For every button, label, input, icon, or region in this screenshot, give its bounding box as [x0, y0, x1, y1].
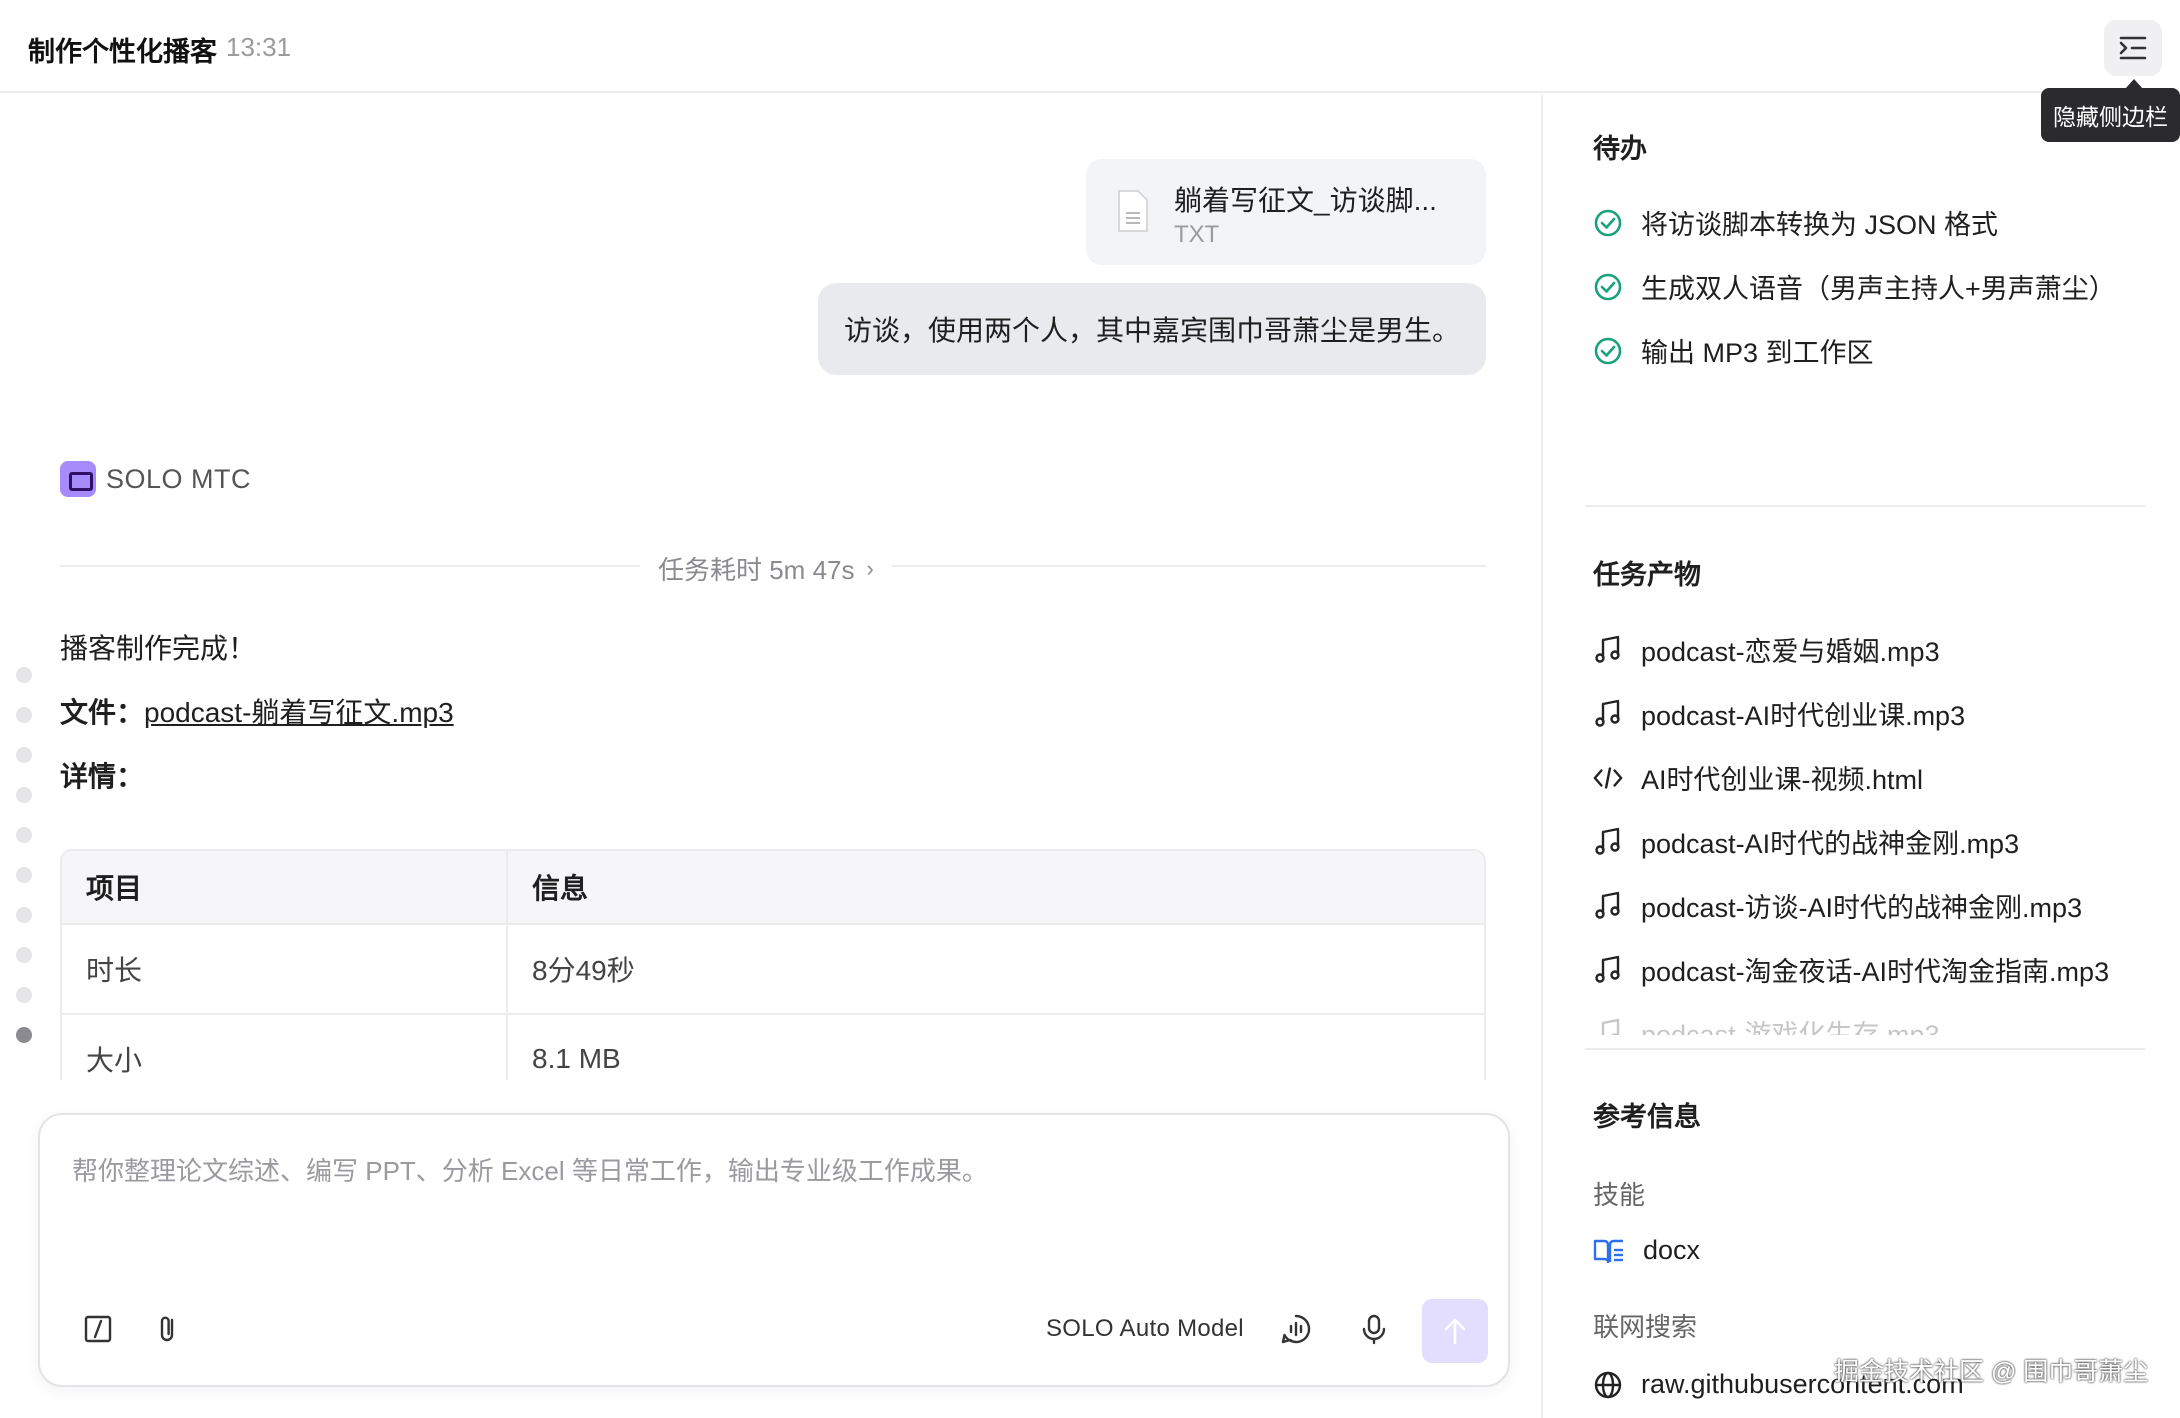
- music-icon: [1595, 635, 1620, 663]
- reply-file-line: 文件：podcast-躺着写征文.mp3: [60, 691, 454, 731]
- task-duration-toggle[interactable]: 任务耗时 5m 47s ›: [640, 550, 892, 587]
- paperclip-icon[interactable]: [148, 1309, 188, 1349]
- task-duration-text: 任务耗时 5m 47s: [658, 555, 855, 585]
- check-circle-icon: [1594, 273, 1622, 300]
- music-icon: [1595, 827, 1620, 855]
- reply-file-link[interactable]: podcast-躺着写征文.mp3: [144, 697, 454, 728]
- sidebar-collapse-icon: [2119, 36, 2147, 60]
- send-button[interactable]: [1422, 1299, 1488, 1363]
- artifact-label: podcast-AI时代创业课.mp3: [1641, 701, 1966, 731]
- table-cell: 时长: [62, 925, 508, 1013]
- todo-item: 将访谈脚本转换为 JSON 格式: [1593, 203, 1998, 242]
- artifact-item[interactable]: podcast-恋爱与婚姻.mp3: [1593, 630, 1940, 669]
- agent-avatar-icon: [60, 461, 96, 497]
- model-selector[interactable]: SOLO Auto Model: [1046, 1315, 1244, 1343]
- todo-label: 将访谈脚本转换为 JSON 格式: [1641, 210, 1999, 240]
- table-header-cell: 项目: [62, 851, 508, 923]
- music-icon: [1595, 699, 1620, 727]
- right-sidebar: 待办 将访谈脚本转换为 JSON 格式 生成双人语音（男声主持人+男声萧尘） 输…: [1541, 95, 2180, 1418]
- table-cell: 大小: [62, 1015, 508, 1080]
- section-divider: [1585, 505, 2145, 507]
- microphone-icon[interactable]: [1354, 1309, 1394, 1349]
- toggle-sidebar-button[interactable]: [2104, 20, 2162, 76]
- reply-file-label: 文件：: [60, 697, 145, 728]
- attachment-name: 躺着写征文_访谈脚...: [1174, 185, 1437, 216]
- artifact-item[interactable]: podcast-AI时代的战神金刚.mp3: [1593, 822, 2019, 861]
- reply-done: 播客制作完成！: [60, 633, 257, 664]
- user-message: 访谈，使用两个人，其中嘉宾围巾哥萧尘是男生。: [818, 283, 1486, 375]
- web-search-label: 联网搜索: [1593, 1312, 1698, 1342]
- agent-header: SOLO MTC: [60, 461, 251, 497]
- voice-chat-icon[interactable]: [1276, 1309, 1316, 1349]
- timestamp: 13:31: [226, 32, 292, 62]
- music-icon: [1595, 955, 1620, 983]
- check-circle-icon: [1594, 209, 1622, 236]
- table-row: 时长 8分49秒: [62, 925, 1484, 1015]
- chat-area: 躺着写征文_访谈脚... TXT 访谈，使用两个人，其中嘉宾围巾哥萧尘是男生。 …: [0, 95, 1541, 1080]
- artifacts-title: 任务产物: [1593, 560, 1701, 590]
- detail-table: 项目 信息 时长 8分49秒 大小 8.1 MB: [60, 849, 1486, 1080]
- section-divider: [1585, 1048, 2145, 1050]
- todo-title: 待办: [1593, 134, 1647, 164]
- document-icon: [1118, 190, 1148, 232]
- table-row: 大小 8.1 MB: [62, 1015, 1484, 1080]
- artifact-label: podcast-访谈-AI时代的战神金刚.mp3: [1641, 893, 2083, 923]
- message-composer[interactable]: 帮你整理论文综述、编写 PPT、分析 Excel 等日常工作，输出专业级工作成果…: [38, 1113, 1510, 1387]
- artifact-item[interactable]: AI时代创业课-视频.html: [1593, 758, 1923, 797]
- table-cell: 8分49秒: [532, 955, 635, 986]
- artifact-label: podcast-淘金夜话-AI时代淘金指南.mp3: [1641, 957, 2110, 987]
- artifact-item[interactable]: podcast-访谈-AI时代的战神金刚.mp3: [1593, 886, 2082, 925]
- book-icon: [1593, 1239, 1623, 1263]
- slash-command-icon[interactable]: [78, 1309, 118, 1349]
- artifact-list-clip: [1583, 1035, 2143, 1065]
- artifact-item[interactable]: podcast-淘金夜话-AI时代淘金指南.mp3: [1593, 950, 2109, 989]
- agent-name: SOLO MTC: [106, 463, 252, 494]
- artifact-label: podcast-AI时代的战神金刚.mp3: [1641, 829, 2020, 859]
- todo-item: 输出 MP3 到工作区: [1593, 331, 1874, 370]
- composer-input[interactable]: 帮你整理论文综述、编写 PPT、分析 Excel 等日常工作，输出专业级工作成果…: [72, 1151, 988, 1188]
- skills-label: 技能: [1593, 1180, 1646, 1210]
- todo-label: 生成双人语音（男声主持人+男声萧尘）: [1641, 274, 2116, 304]
- table-header-cell: 信息: [532, 873, 589, 904]
- table-header-row: 项目 信息: [62, 851, 1484, 925]
- globe-icon: [1594, 1371, 1622, 1398]
- music-icon: [1595, 891, 1620, 919]
- page-title: 制作个性化播客: [28, 37, 217, 67]
- todo-item: 生成双人语音（男声主持人+男声萧尘）: [1593, 267, 2116, 306]
- attachment-type: TXT: [1174, 221, 1220, 248]
- artifact-label: AI时代创业课-视频.html: [1641, 765, 1924, 795]
- attachment-card[interactable]: 躺着写征文_访谈脚... TXT: [1086, 159, 1486, 265]
- reply-detail-label: 详情：: [60, 761, 145, 792]
- header-bar: 制作个性化播客 13:31: [0, 0, 2180, 93]
- chevron-right-icon: ›: [866, 555, 874, 581]
- artifact-label: podcast-恋爱与婚姻.mp3: [1641, 637, 1940, 667]
- artifact-item[interactable]: podcast-AI时代创业课.mp3: [1593, 694, 1965, 733]
- skill-item-label: docx: [1643, 1235, 1701, 1265]
- arrow-up-icon: [1444, 1318, 1466, 1345]
- reference-title: 参考信息: [1593, 1102, 1701, 1132]
- todo-label: 输出 MP3 到工作区: [1641, 338, 1874, 368]
- skill-item[interactable]: docx: [1593, 1235, 1700, 1266]
- check-circle-icon: [1594, 337, 1622, 364]
- watermark: 掘金技术社区 @ 围巾哥萧尘: [1834, 1358, 2149, 1386]
- code-icon: [1593, 766, 1623, 789]
- table-cell: 8.1 MB: [532, 1043, 621, 1074]
